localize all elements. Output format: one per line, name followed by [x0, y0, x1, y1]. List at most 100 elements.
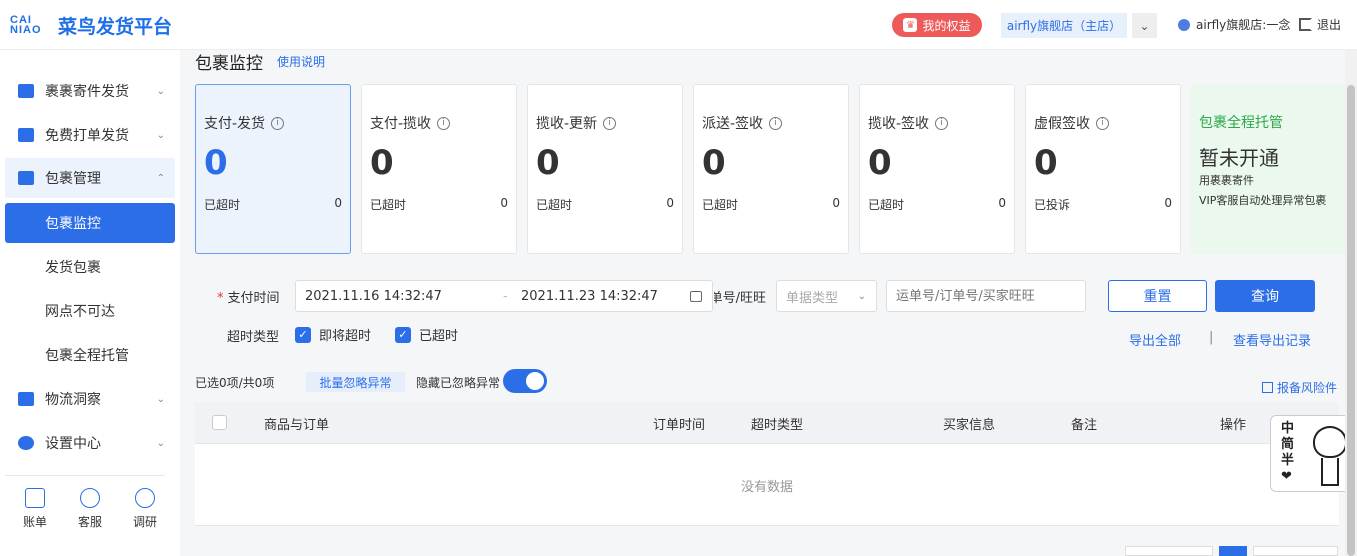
logout-label: 退出: [1317, 18, 1342, 32]
reset-button[interactable]: 重置: [1108, 280, 1207, 312]
sidebar-item-label: 包裹管理: [45, 171, 101, 187]
doc-type-select[interactable]: 单据类型 ⌄: [776, 280, 877, 312]
card-label-text: 支付-揽收: [370, 116, 432, 132]
promo-title: 包裹全程托管: [1199, 115, 1283, 131]
search-input[interactable]: [886, 280, 1086, 312]
column-header: 商品与订单: [264, 418, 330, 433]
pagination-current[interactable]: [1219, 546, 1247, 556]
card-foot: 已超时 0: [868, 196, 1006, 213]
service-tool[interactable]: 客服: [70, 488, 110, 530]
card-foot-label: 已超时: [536, 198, 573, 212]
checkbox-timed-out[interactable]: ✓ 已超时: [395, 325, 458, 344]
report-risk-label: 报备风险件: [1277, 381, 1338, 395]
info-icon[interactable]: i: [603, 116, 617, 130]
info-icon[interactable]: i: [935, 116, 949, 130]
package-table: 商品与订单 订单时间 超时类型 买家信息 备注 操作 没有数据: [195, 402, 1339, 526]
card-label: 揽收-更新 i: [536, 113, 617, 133]
stat-card-deliver-sign[interactable]: 派送-签收 i 0 已超时 0: [693, 84, 849, 254]
logout-button[interactable]: 退出: [1299, 16, 1341, 33]
bill-tool[interactable]: 账单: [15, 488, 55, 530]
card-foot: 已超时 0: [536, 196, 674, 213]
checkbox-checked-icon[interactable]: ✓: [395, 326, 411, 343]
query-button[interactable]: 查询: [1215, 280, 1315, 312]
checkbox-soon-timeout[interactable]: ✓ 即将超时: [295, 325, 371, 344]
card-foot-value: 0: [832, 196, 840, 210]
card-label-text: 虚假签收: [1034, 116, 1090, 132]
page-title: 包裹监控: [195, 54, 263, 74]
stat-card-collect-sign[interactable]: 揽收-签收 i 0 已超时 0: [859, 84, 1015, 254]
table-divider: [195, 525, 1339, 526]
stat-card-pay-ship[interactable]: 支付-发货 i 0 已超时 0: [195, 84, 351, 254]
sidebar-subitem-unreachable[interactable]: 网点不可达: [5, 291, 175, 331]
chevron-down-icon[interactable]: ⌄: [1132, 13, 1157, 38]
timeout-type-label: 超时类型: [227, 330, 280, 345]
export-records-link[interactable]: 查看导出记录: [1233, 330, 1311, 349]
pagination-prev[interactable]: [1125, 546, 1213, 556]
my-rights-button[interactable]: ♛ 我的权益: [892, 13, 982, 37]
sidebar-item-label: 物流洞察: [45, 392, 101, 408]
doc-type-placeholder: 单据类型: [786, 290, 839, 306]
date-end[interactable]: 2021.11.23 14:32:47: [521, 289, 658, 304]
stat-card-fake-sign[interactable]: 虚假签收 i 0 已投诉 0: [1025, 84, 1181, 254]
column-header: 超时类型: [751, 418, 804, 433]
card-foot: 已超时 0: [204, 196, 342, 213]
help-link[interactable]: 使用说明: [277, 53, 325, 70]
card-count: 0: [1034, 143, 1058, 183]
checkbox-label: 即将超时: [319, 329, 372, 344]
stat-card-pay-collect[interactable]: 支付-揽收 i 0 已超时 0: [361, 84, 517, 254]
pagination-next[interactable]: [1253, 546, 1338, 556]
gear-icon: [18, 436, 34, 450]
shop-selector[interactable]: airfly旗舰店（主店）: [1001, 13, 1127, 38]
calendar-icon[interactable]: [690, 290, 702, 302]
card-foot-value: 0: [1164, 196, 1172, 210]
logo-mark: CAI NIAO: [10, 14, 42, 36]
checkbox-checked-icon[interactable]: ✓: [295, 326, 311, 343]
export-all-link[interactable]: 导出全部: [1129, 330, 1181, 349]
info-icon[interactable]: i: [769, 116, 783, 130]
survey-tool[interactable]: 调研: [125, 488, 165, 530]
chevron-down-icon: ⌄: [156, 393, 165, 405]
select-all-checkbox[interactable]: [212, 415, 227, 430]
widget-text: 中简半❤: [1281, 421, 1295, 484]
sidebar-item-guoguo-send[interactable]: 裹裹寄件发货 ⌄: [5, 71, 175, 111]
bar-chart-icon: [18, 392, 34, 406]
sidebar-subitem-shipped-packages[interactable]: 发货包裹: [5, 247, 175, 287]
sidebar-item-logistics-insight[interactable]: 物流洞察 ⌄: [5, 379, 175, 419]
tool-label: 客服: [77, 515, 102, 529]
date-start[interactable]: 2021.11.16 14:32:47: [305, 289, 442, 304]
info-icon[interactable]: i: [437, 116, 451, 130]
sidebar-subitem-package-monitor[interactable]: 包裹监控: [5, 203, 175, 243]
sidebar-item-package-manage[interactable]: 包裹管理 ⌃: [5, 158, 175, 198]
stat-card-collect-update[interactable]: 揽收-更新 i 0 已超时 0: [527, 84, 683, 254]
card-foot-label: 已超时: [370, 198, 407, 212]
column-header: 备注: [1071, 418, 1098, 433]
service-icon: [80, 488, 100, 508]
report-risk-link[interactable]: 报备风险件: [1262, 379, 1337, 396]
info-icon[interactable]: i: [271, 116, 285, 130]
info-icon[interactable]: i: [1096, 116, 1109, 130]
card-foot: 已超时 0: [370, 196, 508, 213]
sidebar-divider: [5, 475, 165, 476]
chevron-down-icon: ⌄: [857, 290, 866, 302]
page-scrollbar[interactable]: [1345, 50, 1357, 556]
user-info[interactable]: airfly旗舰店:一念: [1178, 16, 1290, 33]
sidebar-item-settings[interactable]: 设置中心 ⌄: [5, 423, 175, 463]
selection-count: 已选0项/共0项: [195, 376, 275, 390]
card-count: 0: [204, 143, 228, 183]
hide-ignored-toggle[interactable]: [503, 369, 547, 393]
date-range-picker[interactable]: 2021.11.16 14:32:47 - 2021.11.23 14:32:4…: [295, 280, 713, 312]
floating-mascot-widget[interactable]: 中简半❤: [1270, 415, 1357, 492]
user-icon: [1178, 18, 1190, 31]
promo-card-full-custody[interactable]: 包裹全程托管 暂未开通 用裹裹寄件 VIP客服自动处理异常包裹: [1191, 84, 1351, 254]
card-count: 0: [370, 143, 394, 183]
sidebar-subitem-full-custody[interactable]: 包裹全程托管: [5, 335, 175, 375]
promo-status: 暂未开通: [1199, 146, 1279, 170]
sidebar-item-free-print[interactable]: 免费打单发货 ⌄: [5, 115, 175, 155]
card-label-text: 派送-签收: [702, 116, 764, 132]
cainiao-logo[interactable]: CAI NIAO 菜鸟发货平台: [10, 10, 172, 40]
tool-label: 调研: [132, 515, 157, 529]
scrollbar-thumb[interactable]: [1347, 85, 1355, 556]
card-foot-value: 0: [334, 196, 342, 210]
batch-ignore-button[interactable]: 批量忽略异常: [306, 372, 405, 392]
pay-time-label-text: 支付时间: [227, 291, 280, 306]
